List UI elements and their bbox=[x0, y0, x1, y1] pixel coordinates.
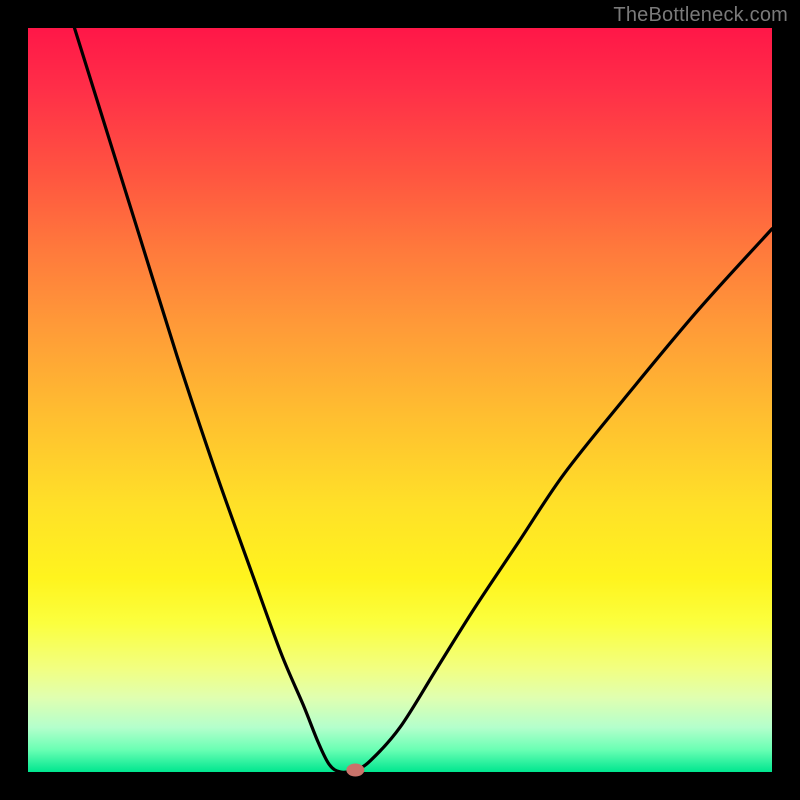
bottleneck-curve bbox=[28, 28, 772, 772]
chart-frame: TheBottleneck.com bbox=[0, 0, 800, 800]
curve-path bbox=[28, 0, 772, 772]
watermark-text: TheBottleneck.com bbox=[613, 4, 788, 27]
minimum-marker bbox=[346, 764, 364, 777]
